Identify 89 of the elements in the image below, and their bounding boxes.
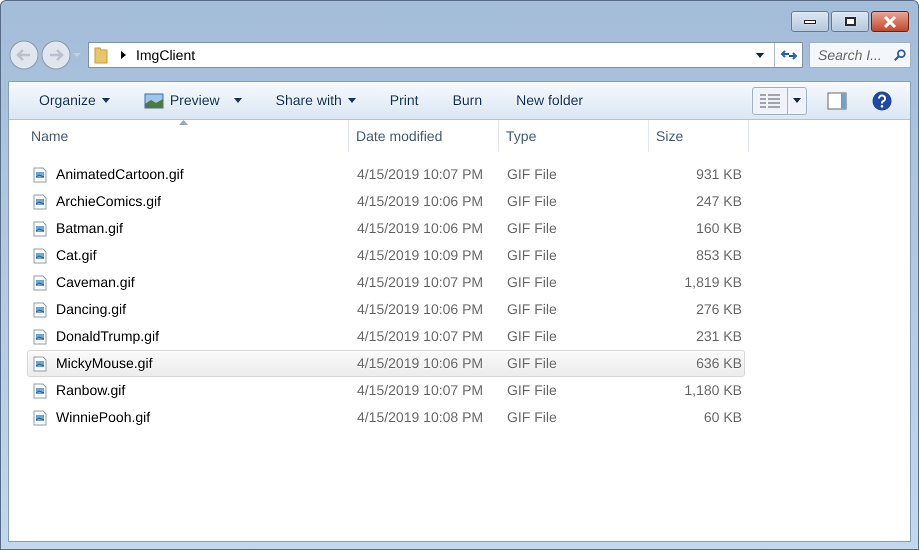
file-type: GIF File: [506, 273, 558, 292]
column-header[interactable]: Type: [499, 120, 649, 152]
file-date: 4/15/2019 10:06 PM: [356, 354, 484, 373]
file-size: 247 KB: [695, 192, 742, 211]
file-type: GIF File: [506, 381, 558, 400]
toolbar-button[interactable]: Share with: [268, 86, 364, 114]
file-size: 636 KB: [695, 354, 742, 373]
file-name: MickyMouse.gif: [56, 354, 152, 373]
file-date: 4/15/2019 10:07 PM: [356, 165, 484, 184]
file-row[interactable]: Dancing.gif 4/15/2019 10:06 PM GIF File 276 KB: [27, 296, 745, 323]
search-input: Search I...: [818, 44, 894, 66]
image-file-icon: [33, 302, 47, 318]
refresh-icon: [780, 48, 796, 62]
maximize-button[interactable]: [831, 11, 869, 32]
file-size: 853 KB: [695, 246, 742, 265]
file-size: 276 KB: [695, 300, 742, 319]
file-name: Dancing.gif: [56, 300, 126, 319]
file-date: 4/15/2019 10:08 PM: [356, 408, 484, 427]
image-file-icon: [33, 248, 47, 264]
file-type: GIF File: [506, 246, 558, 265]
view-button[interactable]: [752, 86, 807, 114]
file-name: Batman.gif: [56, 219, 123, 238]
file-name: Ranbow.gif: [56, 381, 126, 400]
dropdown-icon[interactable]: [756, 52, 764, 58]
file-row[interactable]: AnimatedCartoon.gif 4/15/2019 10:07 PM GIF File 931 KB: [27, 161, 745, 188]
folder-icon: [93, 46, 109, 64]
file-date: 4/15/2019 10:06 PM: [356, 192, 484, 211]
address-bar[interactable]: ImgClient: [88, 42, 803, 68]
image-file-icon: [33, 274, 47, 290]
file-row[interactable]: WinniePooh.gif 4/15/2019 10:08 PM GIF File 60 KB: [27, 404, 745, 431]
file-row[interactable]: Batman.gif 4/15/2019 10:06 PM GIF File 160 KB: [27, 215, 745, 242]
image-file-icon: [33, 382, 47, 398]
file-size: 160 KB: [695, 219, 742, 238]
file-type: GIF File: [506, 327, 558, 346]
file-size: 931 KB: [695, 165, 742, 184]
minimize-button[interactable]: [791, 11, 829, 32]
toolbar-button[interactable]: Print: [382, 86, 427, 114]
toolbar-button[interactable]: Burn: [444, 86, 490, 114]
file-type: GIF File: [506, 354, 558, 373]
details-view-icon: [759, 92, 781, 108]
file-name: Cat.gif: [56, 246, 96, 265]
file-date: 4/15/2019 10:07 PM: [356, 327, 484, 346]
image-file-icon: [33, 194, 47, 210]
toolbar-button[interactable]: New folder: [508, 86, 592, 114]
toolbar-button[interactable]: Organize: [31, 86, 118, 114]
close-icon: [883, 16, 897, 28]
file-type: GIF File: [506, 192, 558, 211]
file-date: 4/15/2019 10:07 PM: [356, 381, 484, 400]
image-file-icon: [33, 166, 47, 182]
file-date: 4/15/2019 10:06 PM: [356, 300, 484, 319]
file-type: GIF File: [506, 408, 558, 427]
file-type: GIF File: [506, 165, 558, 184]
column-header[interactable]: Size: [649, 120, 749, 152]
folder-path[interactable]: ImgClient: [136, 44, 196, 66]
image-file-icon: [33, 328, 47, 344]
file-row[interactable]: MickyMouse.gif 4/15/2019 10:06 PM GIF File 636 KB: [27, 350, 745, 377]
help-icon[interactable]: [872, 90, 892, 110]
caret-icon: [793, 98, 801, 103]
file-date: 4/15/2019 10:09 PM: [356, 246, 484, 265]
close-button[interactable]: [871, 11, 909, 32]
sort-arrow-icon: [179, 120, 188, 125]
file-size: 1,819 KB: [683, 273, 742, 292]
picture-icon: [144, 92, 164, 108]
breadcrumb-arrow-icon[interactable]: [121, 51, 126, 59]
file-size: 1,180 KB: [683, 381, 742, 400]
file-date: 4/15/2019 10:06 PM: [356, 219, 484, 238]
file-name: ArchieComics.gif: [56, 192, 162, 211]
file-row[interactable]: Caveman.gif 4/15/2019 10:07 PM GIF File 1,819 KB: [27, 269, 745, 296]
file-size: 231 KB: [695, 327, 742, 346]
file-name: WinniePooh.gif: [56, 408, 150, 427]
preview-pane-icon[interactable]: [827, 92, 847, 110]
file-name: AnimatedCartoon.gif: [56, 165, 184, 184]
search-icon[interactable]: [894, 48, 906, 62]
image-file-icon: [33, 410, 47, 426]
file-date: 4/15/2019 10:07 PM: [356, 273, 484, 292]
file-type: GIF File: [506, 219, 558, 238]
file-type: GIF File: [506, 300, 558, 319]
file-row[interactable]: ArchieComics.gif 4/15/2019 10:06 PM GIF File 247 KB: [27, 188, 745, 215]
file-row[interactable]: DonaldTrump.gif 4/15/2019 10:07 PM GIF File 231 KB: [27, 323, 745, 350]
file-name: Caveman.gif: [56, 273, 135, 292]
search-field[interactable]: Search I...: [809, 42, 911, 68]
image-file-icon: [33, 356, 47, 372]
column-header[interactable]: Date modified: [349, 120, 499, 152]
toolbar-button[interactable]: Preview: [136, 86, 250, 114]
file-name: DonaldTrump.gif: [56, 327, 159, 346]
file-size: 60 KB: [702, 408, 742, 427]
file-row[interactable]: Ranbow.gif 4/15/2019 10:07 PM GIF File 1,180 KB: [27, 377, 745, 404]
image-file-icon: [33, 220, 47, 236]
file-row[interactable]: Cat.gif 4/15/2019 10:09 PM GIF File 853 KB: [27, 242, 745, 269]
